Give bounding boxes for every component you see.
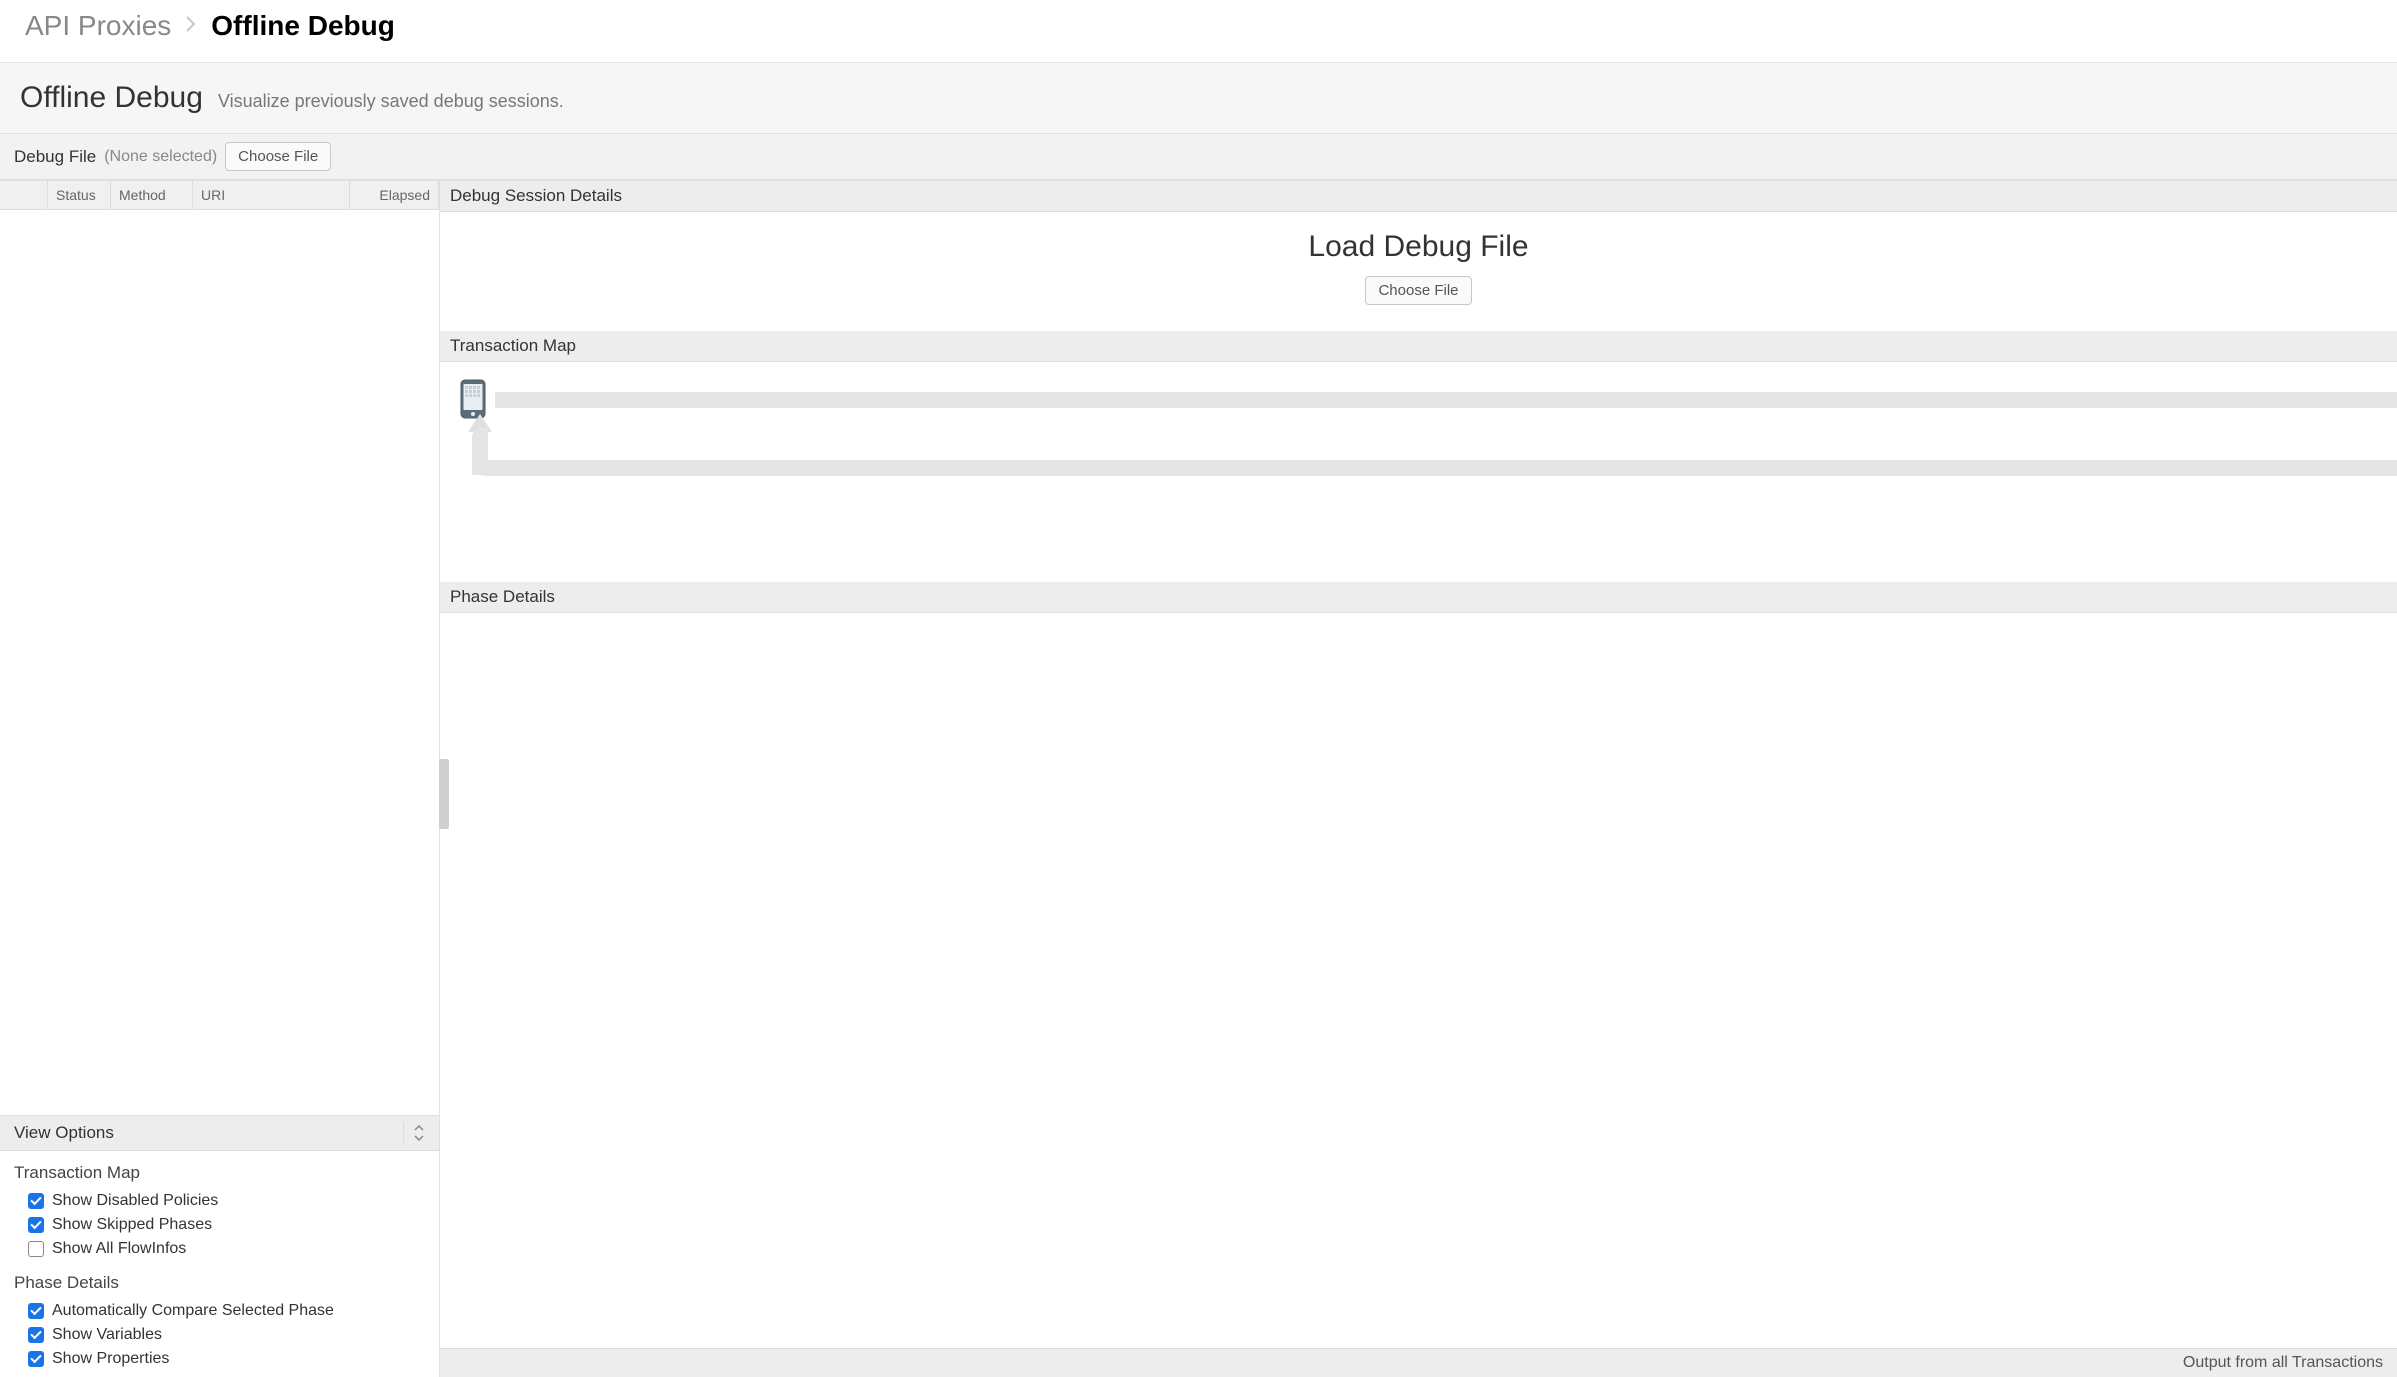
view-options-header[interactable]: View Options xyxy=(0,1116,439,1151)
checkbox-icon xyxy=(28,1193,44,1209)
transactions-table-body xyxy=(0,210,439,1115)
table-header-elapsed[interactable]: Elapsed xyxy=(350,181,439,209)
checkbox-show-all-flowinfos[interactable]: Show All FlowInfos xyxy=(14,1237,425,1261)
checkbox-label: Show All FlowInfos xyxy=(52,1240,186,1258)
checkbox-label: Show Disabled Policies xyxy=(52,1192,218,1210)
breadcrumb-current: Offline Debug xyxy=(211,10,395,42)
checkbox-label: Show Skipped Phases xyxy=(52,1216,212,1234)
phase-details-body xyxy=(440,613,2397,1348)
choose-file-button-main[interactable]: Choose File xyxy=(1365,276,1471,305)
collapse-icon[interactable] xyxy=(403,1122,425,1144)
chevron-right-icon xyxy=(185,13,197,39)
transaction-map-request-track xyxy=(495,392,2397,408)
checkbox-icon xyxy=(28,1327,44,1343)
view-options-tmap-title: Transaction Map xyxy=(14,1163,425,1183)
checkbox-icon xyxy=(28,1217,44,1233)
checkbox-icon xyxy=(28,1303,44,1319)
table-header-status[interactable]: Status xyxy=(48,181,111,209)
checkbox-label: Automatically Compare Selected Phase xyxy=(52,1302,334,1320)
view-options-title: View Options xyxy=(14,1123,114,1143)
breadcrumb: API Proxies Offline Debug xyxy=(0,0,2397,63)
transactions-table-header: Status Method URI Elapsed xyxy=(0,181,439,210)
debug-file-none-selected: (None selected) xyxy=(104,148,217,166)
table-header-uri[interactable]: URI xyxy=(193,181,350,209)
transaction-map-response-track xyxy=(472,460,2397,476)
transaction-map-header: Transaction Map xyxy=(440,331,2397,362)
view-options-phase-title: Phase Details xyxy=(14,1273,425,1293)
page-title: Offline Debug xyxy=(20,81,203,115)
load-debug-file-title: Load Debug File xyxy=(440,230,2397,264)
table-header-method[interactable]: Method xyxy=(111,181,193,209)
checkbox-icon xyxy=(28,1351,44,1367)
phone-icon xyxy=(460,379,486,419)
output-footer[interactable]: Output from all Transactions xyxy=(440,1348,2397,1377)
view-options-panel: View Options Transaction Map Show Disabl… xyxy=(0,1115,439,1377)
debug-file-bar: Debug File (None selected) Choose File xyxy=(0,134,2397,180)
checkbox-show-variables[interactable]: Show Variables xyxy=(14,1323,425,1347)
page-header: Offline Debug Visualize previously saved… xyxy=(0,63,2397,134)
table-header-blank xyxy=(0,181,48,209)
checkbox-icon xyxy=(28,1241,44,1257)
debug-session-details-body: Load Debug File Choose File xyxy=(440,212,2397,331)
transaction-map-body xyxy=(440,362,2397,582)
phase-details-header: Phase Details xyxy=(440,582,2397,613)
debug-session-details-header: Debug Session Details xyxy=(440,181,2397,212)
checkbox-label: Show Variables xyxy=(52,1326,162,1344)
right-panel: Debug Session Details Load Debug File Ch… xyxy=(440,181,2397,1377)
left-panel: Status Method URI Elapsed View Options xyxy=(0,181,440,1377)
splitter-handle[interactable] xyxy=(439,759,449,829)
debug-file-label: Debug File xyxy=(14,147,96,167)
checkbox-show-skipped-phases[interactable]: Show Skipped Phases xyxy=(14,1213,425,1237)
page-subtitle: Visualize previously saved debug session… xyxy=(218,91,564,112)
choose-file-button[interactable]: Choose File xyxy=(225,142,331,171)
checkbox-show-properties[interactable]: Show Properties xyxy=(14,1347,425,1371)
checkbox-auto-compare[interactable]: Automatically Compare Selected Phase xyxy=(14,1299,425,1323)
breadcrumb-parent[interactable]: API Proxies xyxy=(25,10,171,42)
checkbox-label: Show Properties xyxy=(52,1350,169,1368)
checkbox-show-disabled-policies[interactable]: Show Disabled Policies xyxy=(14,1189,425,1213)
